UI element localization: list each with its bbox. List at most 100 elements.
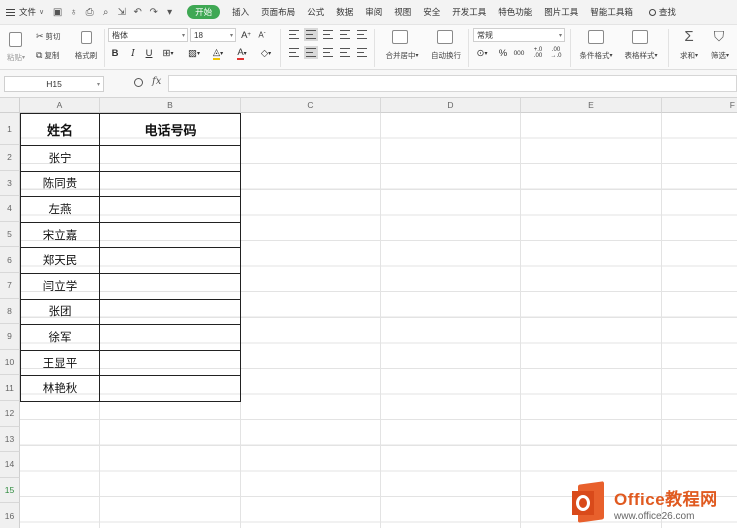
row-header-1[interactable]: 1 — [0, 113, 20, 145]
cell-name-row-11[interactable]: 林艳秋 — [20, 375, 100, 401]
file-menu[interactable]: 文件 ∨ — [0, 0, 52, 25]
align-middle-icon[interactable] — [304, 28, 318, 41]
bold-button[interactable]: B — [110, 46, 120, 60]
align-bottom-icon[interactable] — [323, 30, 333, 39]
cell-phone-row-10[interactable] — [100, 350, 241, 376]
indent-increase-icon[interactable] — [357, 30, 367, 39]
tab-page-layout[interactable]: 页面布局 — [255, 0, 301, 25]
align-center-icon[interactable] — [304, 46, 318, 59]
cell-phone-row-5[interactable] — [100, 222, 241, 248]
sum-icon[interactable]: Σ — [680, 27, 698, 45]
align-top-icon[interactable] — [289, 30, 299, 39]
column-header-f[interactable]: F — [662, 98, 737, 113]
clear-format-icon[interactable]: ◇ ▾ — [258, 46, 274, 60]
align-right-icon[interactable] — [323, 48, 333, 57]
tab-security[interactable]: 安全 — [417, 0, 446, 25]
fx-icon[interactable]: fx — [152, 76, 161, 87]
template-icon[interactable]: ♁ — [68, 7, 79, 18]
font-size-select[interactable]: 18 ▾ — [190, 28, 236, 42]
format-painter-label[interactable]: 格式刷 — [70, 49, 102, 61]
number-format-select[interactable]: 常规 ▾ — [473, 28, 565, 42]
cell-b1-phone-header[interactable]: 电话号码 — [100, 113, 241, 145]
cell-grid[interactable]: 姓名 电话号码 张宁 陈同贵 左燕 宋立嘉 郑天民 闫立学 张团 徐军 王显平 林艳秋 — [20, 113, 737, 528]
thousands-button[interactable]: 000 — [512, 46, 526, 60]
cell-phone-row-3[interactable] — [100, 171, 241, 197]
decrease-font-icon[interactable]: A- — [256, 28, 268, 42]
increase-decimal-button[interactable]: +.0 .00 — [531, 46, 545, 60]
font-name-select[interactable]: 楷体 ▾ — [108, 28, 188, 42]
cell-phone-row-7[interactable] — [100, 273, 241, 299]
formula-input[interactable] — [168, 75, 737, 92]
column-header-e[interactable]: E — [521, 98, 662, 113]
row-header-5[interactable]: 5 — [0, 221, 20, 248]
increase-font-icon[interactable]: A + — [240, 28, 252, 42]
cell-name-row-9[interactable]: 徐军 — [20, 324, 100, 350]
row-header-9[interactable]: 9 — [0, 324, 20, 350]
merge-center-icon[interactable] — [390, 28, 410, 45]
table-style-button[interactable]: 表格样式 ▾ — [620, 49, 662, 61]
cell-phone-row-2[interactable] — [100, 145, 241, 171]
row-header-13[interactable]: 13 — [0, 426, 20, 453]
print-icon[interactable]: ⎙ — [84, 7, 95, 18]
cell-name-row-8[interactable]: 张团 — [20, 299, 100, 325]
undo-icon[interactable]: ↶ — [132, 7, 143, 18]
tab-picture-tools[interactable]: 图片工具 — [538, 0, 584, 25]
sum-button[interactable]: 求和 ▾ — [676, 49, 702, 61]
wrap-text-icon[interactable] — [435, 28, 455, 45]
border-icon[interactable]: ⊞ ▾ — [160, 46, 176, 60]
italic-button[interactable]: I — [128, 46, 138, 60]
row-header-15[interactable]: 15 — [0, 477, 20, 504]
row-header-11[interactable]: 11 — [0, 375, 20, 401]
row-header-14[interactable]: 14 — [0, 452, 20, 478]
tab-review[interactable]: 审阅 — [359, 0, 388, 25]
redo-icon[interactable]: ↷ — [148, 7, 159, 18]
zoom-icon[interactable] — [134, 78, 143, 87]
paste-button[interactable]: 粘贴 ▾ — [3, 51, 29, 63]
name-box[interactable]: H15 ▾ — [4, 76, 104, 92]
cell-phone-row-4[interactable] — [100, 196, 241, 222]
distribute-icon[interactable] — [357, 48, 367, 57]
row-header-8[interactable]: 8 — [0, 298, 20, 325]
tab-formulas[interactable]: 公式 — [301, 0, 330, 25]
search-button[interactable]: 查找 — [643, 0, 682, 25]
conditional-format-button[interactable]: 条件格式 ▾ — [575, 49, 617, 61]
cut-button[interactable]: ✂ 剪切 — [36, 29, 61, 43]
select-all-corner[interactable] — [0, 98, 20, 113]
align-left-icon[interactable] — [289, 48, 299, 57]
cell-name-row-3[interactable]: 陈同贵 — [20, 171, 100, 197]
highlight-icon[interactable]: ◬ ▾ — [210, 46, 226, 60]
underline-button[interactable]: U — [144, 46, 154, 60]
copy-button[interactable]: ⧉ 复制 — [36, 48, 59, 62]
merge-center-button[interactable]: 合并居中 ▾ — [380, 49, 424, 61]
filter-button[interactable]: 筛选 ▾ — [706, 49, 734, 61]
filter-icon[interactable]: ⛉ — [710, 27, 728, 45]
cell-name-row-7[interactable]: 闫立学 — [20, 273, 100, 299]
cell-name-row-2[interactable]: 张宁 — [20, 145, 100, 171]
tab-view[interactable]: 视图 — [388, 0, 417, 25]
decrease-decimal-button[interactable]: .00 →.0 — [549, 46, 563, 60]
cell-a1-name-header[interactable]: 姓名 — [20, 113, 100, 145]
wrap-text-button[interactable]: 自动换行 — [427, 49, 465, 61]
paste-icon[interactable] — [4, 29, 26, 49]
column-header-b[interactable]: B — [100, 98, 241, 113]
font-color-icon[interactable]: A ▾ — [234, 46, 250, 60]
currency-icon[interactable]: ⊙ ▾ — [474, 46, 490, 60]
row-header-10[interactable]: 10 — [0, 349, 20, 376]
row-header-7[interactable]: 7 — [0, 273, 20, 299]
format-painter-icon[interactable] — [76, 28, 96, 46]
justify-icon[interactable] — [340, 48, 350, 57]
cell-name-row-5[interactable]: 宋立嘉 — [20, 222, 100, 248]
column-header-a[interactable]: A — [20, 98, 100, 113]
conditional-format-icon[interactable] — [586, 28, 606, 45]
tab-start[interactable]: 开始 — [187, 5, 221, 19]
row-header-2[interactable]: 2 — [0, 145, 20, 171]
row-header-4[interactable]: 4 — [0, 196, 20, 222]
row-header-3[interactable]: 3 — [0, 170, 20, 197]
column-header-d[interactable]: D — [381, 98, 521, 113]
tab-smart-toolbox[interactable]: 智能工具箱 — [584, 0, 639, 25]
cell-phone-row-8[interactable] — [100, 299, 241, 325]
tab-data[interactable]: 数据 — [330, 0, 359, 25]
indent-decrease-icon[interactable] — [340, 30, 350, 39]
save-icon[interactable]: ▣ — [52, 7, 63, 18]
cell-name-row-6[interactable]: 郑天民 — [20, 247, 100, 273]
